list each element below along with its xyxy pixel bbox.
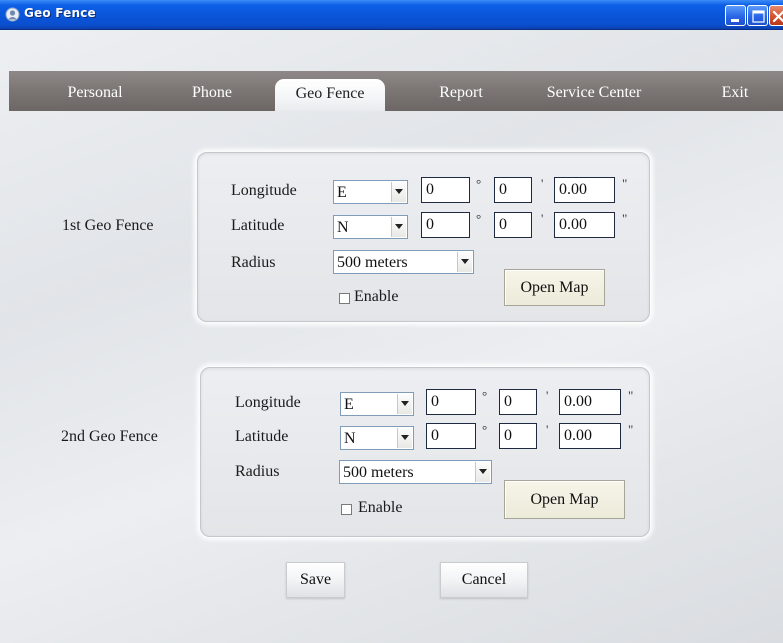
geo-fence-window: Geo Fence Personal Phone Geo Fence Repor…	[0, 0, 783, 643]
fence-2-latitude-hemisphere-value: N	[344, 430, 356, 447]
fence-1-longitude-second-symbol: "	[622, 176, 628, 191]
chevron-down-icon	[401, 401, 409, 406]
fence-1-radius-label: Radius	[231, 254, 276, 271]
minimize-button[interactable]	[725, 5, 746, 26]
fence-2-latitude-hemisphere-select[interactable]: N	[340, 426, 414, 450]
chevron-down-icon	[395, 189, 403, 194]
maximize-button[interactable]	[747, 5, 768, 26]
fence-1-longitude-minutes-input[interactable]	[494, 177, 532, 203]
tab-exit[interactable]: Exit	[715, 71, 755, 111]
fence-2-longitude-label: Longitude	[235, 394, 301, 411]
fence-1-longitude-dropdown-button[interactable]	[391, 182, 406, 202]
save-button-label: Save	[299, 571, 332, 588]
fence-1-latitude-label: Latitude	[231, 217, 285, 234]
tab-phone[interactable]: Phone	[183, 71, 241, 111]
fence-1-open-map-button[interactable]: Open Map	[504, 269, 605, 306]
close-icon	[772, 10, 783, 23]
fence-2-open-map-label: Open Map	[530, 491, 599, 508]
fence-2-longitude-seconds-input[interactable]	[559, 389, 621, 415]
fence-2-latitude-degrees-input[interactable]	[426, 423, 476, 449]
fence-1-radius-value: 500 meters	[337, 254, 408, 271]
fence-1-longitude-label: Longitude	[231, 182, 297, 199]
cancel-button-label: Cancel	[461, 571, 507, 588]
chevron-down-icon	[395, 224, 403, 229]
fence-2-latitude-second-symbol: "	[628, 422, 634, 437]
fence-1-latitude-minute-symbol: '	[541, 211, 544, 226]
tab-report[interactable]: Report	[429, 71, 493, 111]
fence-1-title: 1st Geo Fence	[62, 217, 154, 234]
maximize-icon	[752, 10, 765, 23]
fence-1-longitude-minute-symbol: '	[541, 176, 544, 191]
fence-2-latitude-seconds-input[interactable]	[559, 423, 621, 449]
fence-2-longitude-degrees-input[interactable]	[426, 389, 476, 415]
fence-2-title: 2nd Geo Fence	[61, 428, 158, 445]
fence-1-latitude-seconds-input[interactable]	[554, 212, 615, 238]
fence-2-longitude-second-symbol: "	[628, 388, 634, 403]
fence-2-latitude-degree-symbol: °	[482, 422, 488, 437]
tab-bar: Personal Phone Geo Fence Report Service …	[9, 71, 783, 111]
fence-1-panel: Longitude E ° ' " Latitude N ° ' " Radiu…	[197, 152, 650, 322]
fence-1-latitude-degree-symbol: °	[476, 211, 482, 226]
tab-service-center[interactable]: Service Center	[536, 71, 652, 111]
fence-1-radius-select[interactable]: 500 meters	[333, 250, 474, 274]
fence-2-longitude-hemisphere-value: E	[344, 396, 354, 413]
fence-2-latitude-minute-symbol: '	[546, 422, 549, 437]
tab-personal[interactable]: Personal	[57, 71, 133, 111]
fence-1-latitude-minutes-input[interactable]	[494, 212, 532, 238]
fence-2-panel: Longitude E ° ' " Latitude N ° ' " Radiu…	[200, 367, 650, 537]
fence-1-latitude-dropdown-button[interactable]	[391, 217, 406, 237]
fence-2-longitude-minute-symbol: '	[546, 388, 549, 403]
fence-2-enable-label: Enable	[358, 499, 403, 516]
fence-1-enable-label: Enable	[354, 288, 399, 305]
fence-2-longitude-minutes-input[interactable]	[499, 389, 537, 415]
fence-2-radius-label: Radius	[235, 463, 280, 480]
fence-1-open-map-label: Open Map	[520, 279, 589, 296]
fence-2-latitude-minutes-input[interactable]	[499, 423, 537, 449]
fence-2-latitude-label: Latitude	[235, 428, 289, 445]
fence-2-radius-value: 500 meters	[343, 464, 414, 481]
fence-1-longitude-degrees-input[interactable]	[421, 177, 470, 203]
minimize-icon	[731, 19, 739, 22]
fence-2-radius-dropdown-button[interactable]	[475, 462, 490, 482]
tab-geo-fence[interactable]: Geo Fence	[275, 79, 385, 111]
chevron-down-icon	[401, 435, 409, 440]
fence-1-latitude-second-symbol: "	[622, 211, 628, 226]
chevron-down-icon	[461, 259, 469, 264]
fence-2-radius-select[interactable]: 500 meters	[339, 460, 492, 484]
fence-1-latitude-hemisphere-select[interactable]: N	[333, 215, 408, 239]
chevron-down-icon	[479, 469, 487, 474]
fence-2-longitude-degree-symbol: °	[482, 388, 488, 403]
fence-2-open-map-button[interactable]: Open Map	[504, 480, 625, 519]
fence-2-longitude-hemisphere-select[interactable]: E	[340, 392, 414, 416]
fence-1-longitude-seconds-input[interactable]	[554, 177, 615, 203]
window-title: Geo Fence	[24, 6, 96, 20]
fence-1-radius-dropdown-button[interactable]	[457, 252, 472, 272]
fence-2-enable-checkbox[interactable]	[341, 504, 352, 515]
fence-1-latitude-degrees-input[interactable]	[421, 212, 470, 238]
title-bar: Geo Fence	[0, 0, 783, 30]
cancel-button[interactable]: Cancel	[440, 562, 528, 598]
fence-1-enable-checkbox[interactable]	[339, 293, 350, 304]
close-button[interactable]	[769, 5, 783, 26]
fence-1-longitude-hemisphere-value: E	[337, 184, 347, 201]
fence-2-latitude-dropdown-button[interactable]	[397, 428, 412, 448]
fence-2-longitude-dropdown-button[interactable]	[397, 394, 412, 414]
fence-1-longitude-degree-symbol: °	[476, 176, 482, 191]
fence-1-longitude-hemisphere-select[interactable]: E	[333, 180, 408, 204]
app-icon	[5, 7, 20, 22]
save-button[interactable]: Save	[286, 562, 345, 598]
fence-1-latitude-hemisphere-value: N	[337, 219, 349, 236]
